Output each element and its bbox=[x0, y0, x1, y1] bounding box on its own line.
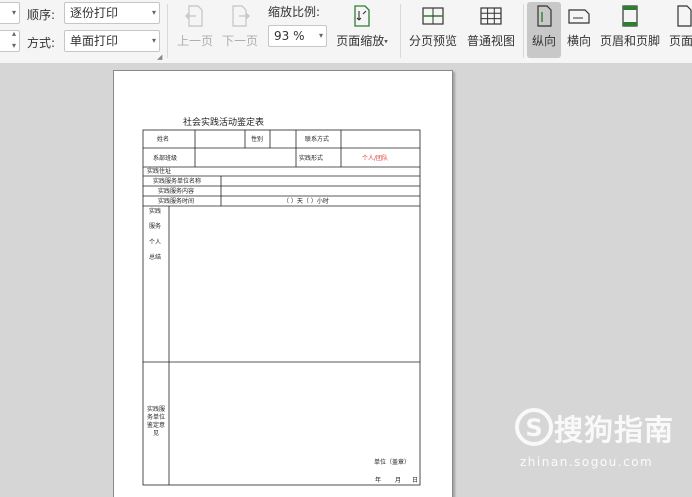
zoom-label: 缩放比例: bbox=[268, 5, 321, 19]
order-select-value: 逐份打印 bbox=[70, 6, 119, 20]
normal-view-icon bbox=[480, 7, 502, 25]
page-scale-button[interactable]: 页面缩放▾ bbox=[330, 2, 394, 58]
header-footer-label: 页眉和页脚 bbox=[599, 34, 660, 48]
header-footer-button[interactable]: 页眉和页脚 bbox=[598, 2, 662, 58]
prev-page-label: 上一页 bbox=[176, 34, 213, 48]
summary-char: 总结 bbox=[148, 254, 161, 261]
contact-label: 联系方式 bbox=[305, 136, 330, 143]
summary-char: 服务 bbox=[148, 223, 161, 230]
chevron-down-icon: ▾ bbox=[384, 37, 388, 46]
next-page-label: 下一页 bbox=[221, 34, 258, 48]
practice-form-value: 个人/团队 bbox=[362, 155, 389, 162]
chevron-down-icon: ▾ bbox=[11, 8, 16, 17]
unit-name-label: 实践服务单位名称 bbox=[153, 178, 202, 185]
prev-page-button[interactable]: 上一页 bbox=[174, 2, 216, 58]
page-scale-icon bbox=[354, 5, 370, 27]
header-footer-icon bbox=[622, 5, 638, 27]
unit-opinion-line: 务单位 bbox=[146, 414, 165, 421]
watermark-brand: 搜狗指南 bbox=[554, 413, 675, 447]
landscape-icon bbox=[568, 9, 590, 24]
unit-opinion-line: 鉴定意 bbox=[146, 422, 165, 429]
page-scale-label: 页面缩放▾ bbox=[330, 32, 394, 49]
seal-label: 单位（盖章） bbox=[374, 459, 411, 466]
dialog-launcher-icon[interactable]: ◢ bbox=[157, 53, 162, 61]
chevron-down-icon: ▾ bbox=[318, 31, 323, 40]
page-scale-text: 页面缩放 bbox=[336, 34, 385, 48]
practice-address-label: 实践住址 bbox=[147, 168, 172, 175]
next-page-button[interactable]: 下一页 bbox=[219, 2, 261, 58]
watermark-url: zhinan.sogou.com bbox=[520, 455, 654, 469]
page-setup-label: 页面 bbox=[669, 34, 692, 48]
unit-opinion-line: 实践服 bbox=[146, 406, 165, 413]
service-content-label: 实践服务内容 bbox=[158, 188, 195, 195]
page-setup-button[interactable]: 页面 bbox=[664, 2, 692, 58]
chevron-down-icon: ▾ bbox=[151, 8, 156, 17]
chevron-down-icon: ▾ bbox=[151, 36, 156, 45]
unit-opinion-line: 见 bbox=[152, 430, 159, 437]
page-setup-icon bbox=[677, 5, 692, 27]
toolbar-separator bbox=[167, 4, 168, 58]
print-preview-toolbar: ▾ ▴ ▾ 顺序: 逐份打印 ▾ 方式: 单面打印 ▾ ◢ 上一页 下一页 缩放比… bbox=[0, 0, 692, 64]
page-break-preview-button[interactable]: 分页预览 bbox=[405, 2, 461, 58]
page-break-preview-label: 分页预览 bbox=[408, 34, 457, 48]
normal-view-button[interactable]: 普通视图 bbox=[463, 2, 519, 58]
order-label: 顺序: bbox=[27, 8, 56, 22]
toolbar-separator bbox=[523, 4, 524, 58]
mode-label: 方式: bbox=[27, 36, 56, 50]
portrait-button[interactable]: 纵向 bbox=[527, 2, 561, 58]
service-time-label: 实践服务时间 bbox=[158, 198, 195, 205]
portrait-icon bbox=[537, 5, 552, 27]
normal-view-label: 普通视图 bbox=[466, 34, 515, 48]
service-time-value: （ ）天（ ）小时 bbox=[283, 198, 329, 205]
mode-select[interactable]: 单面打印 ▾ bbox=[64, 30, 160, 52]
summary-char: 实践 bbox=[148, 208, 161, 215]
next-page-icon bbox=[232, 5, 250, 27]
department-label: 系部班级 bbox=[153, 155, 178, 162]
sheet-title: 社会实践活动鉴定表 bbox=[182, 118, 264, 128]
prev-page-icon bbox=[185, 5, 203, 27]
left-stepper[interactable]: ▴ ▾ bbox=[0, 29, 20, 52]
stepper-arrows-icon: ▴ ▾ bbox=[11, 29, 16, 50]
zoom-select[interactable]: 93 % ▾ bbox=[268, 25, 327, 47]
zoom-value: 93 % bbox=[274, 29, 305, 43]
day-label: 日 bbox=[412, 477, 419, 484]
order-select[interactable]: 逐份打印 ▾ bbox=[64, 2, 160, 24]
summary-char: 个人 bbox=[148, 239, 161, 246]
page-break-preview-icon bbox=[422, 7, 444, 25]
gender-label: 性别 bbox=[251, 136, 264, 143]
practice-form-label: 实践形式 bbox=[299, 155, 324, 162]
svg-text:S: S bbox=[525, 414, 542, 442]
year-label: 年 bbox=[375, 477, 382, 484]
name-label: 姓名 bbox=[157, 136, 170, 143]
left-dropdown-top[interactable]: ▾ bbox=[0, 2, 20, 24]
toolbar-separator bbox=[400, 4, 401, 58]
landscape-label: 横向 bbox=[566, 34, 591, 48]
mode-select-value: 单面打印 bbox=[70, 34, 119, 48]
landscape-button[interactable]: 横向 bbox=[563, 2, 595, 58]
portrait-label: 纵向 bbox=[531, 34, 556, 48]
month-label: 月 bbox=[395, 477, 402, 484]
